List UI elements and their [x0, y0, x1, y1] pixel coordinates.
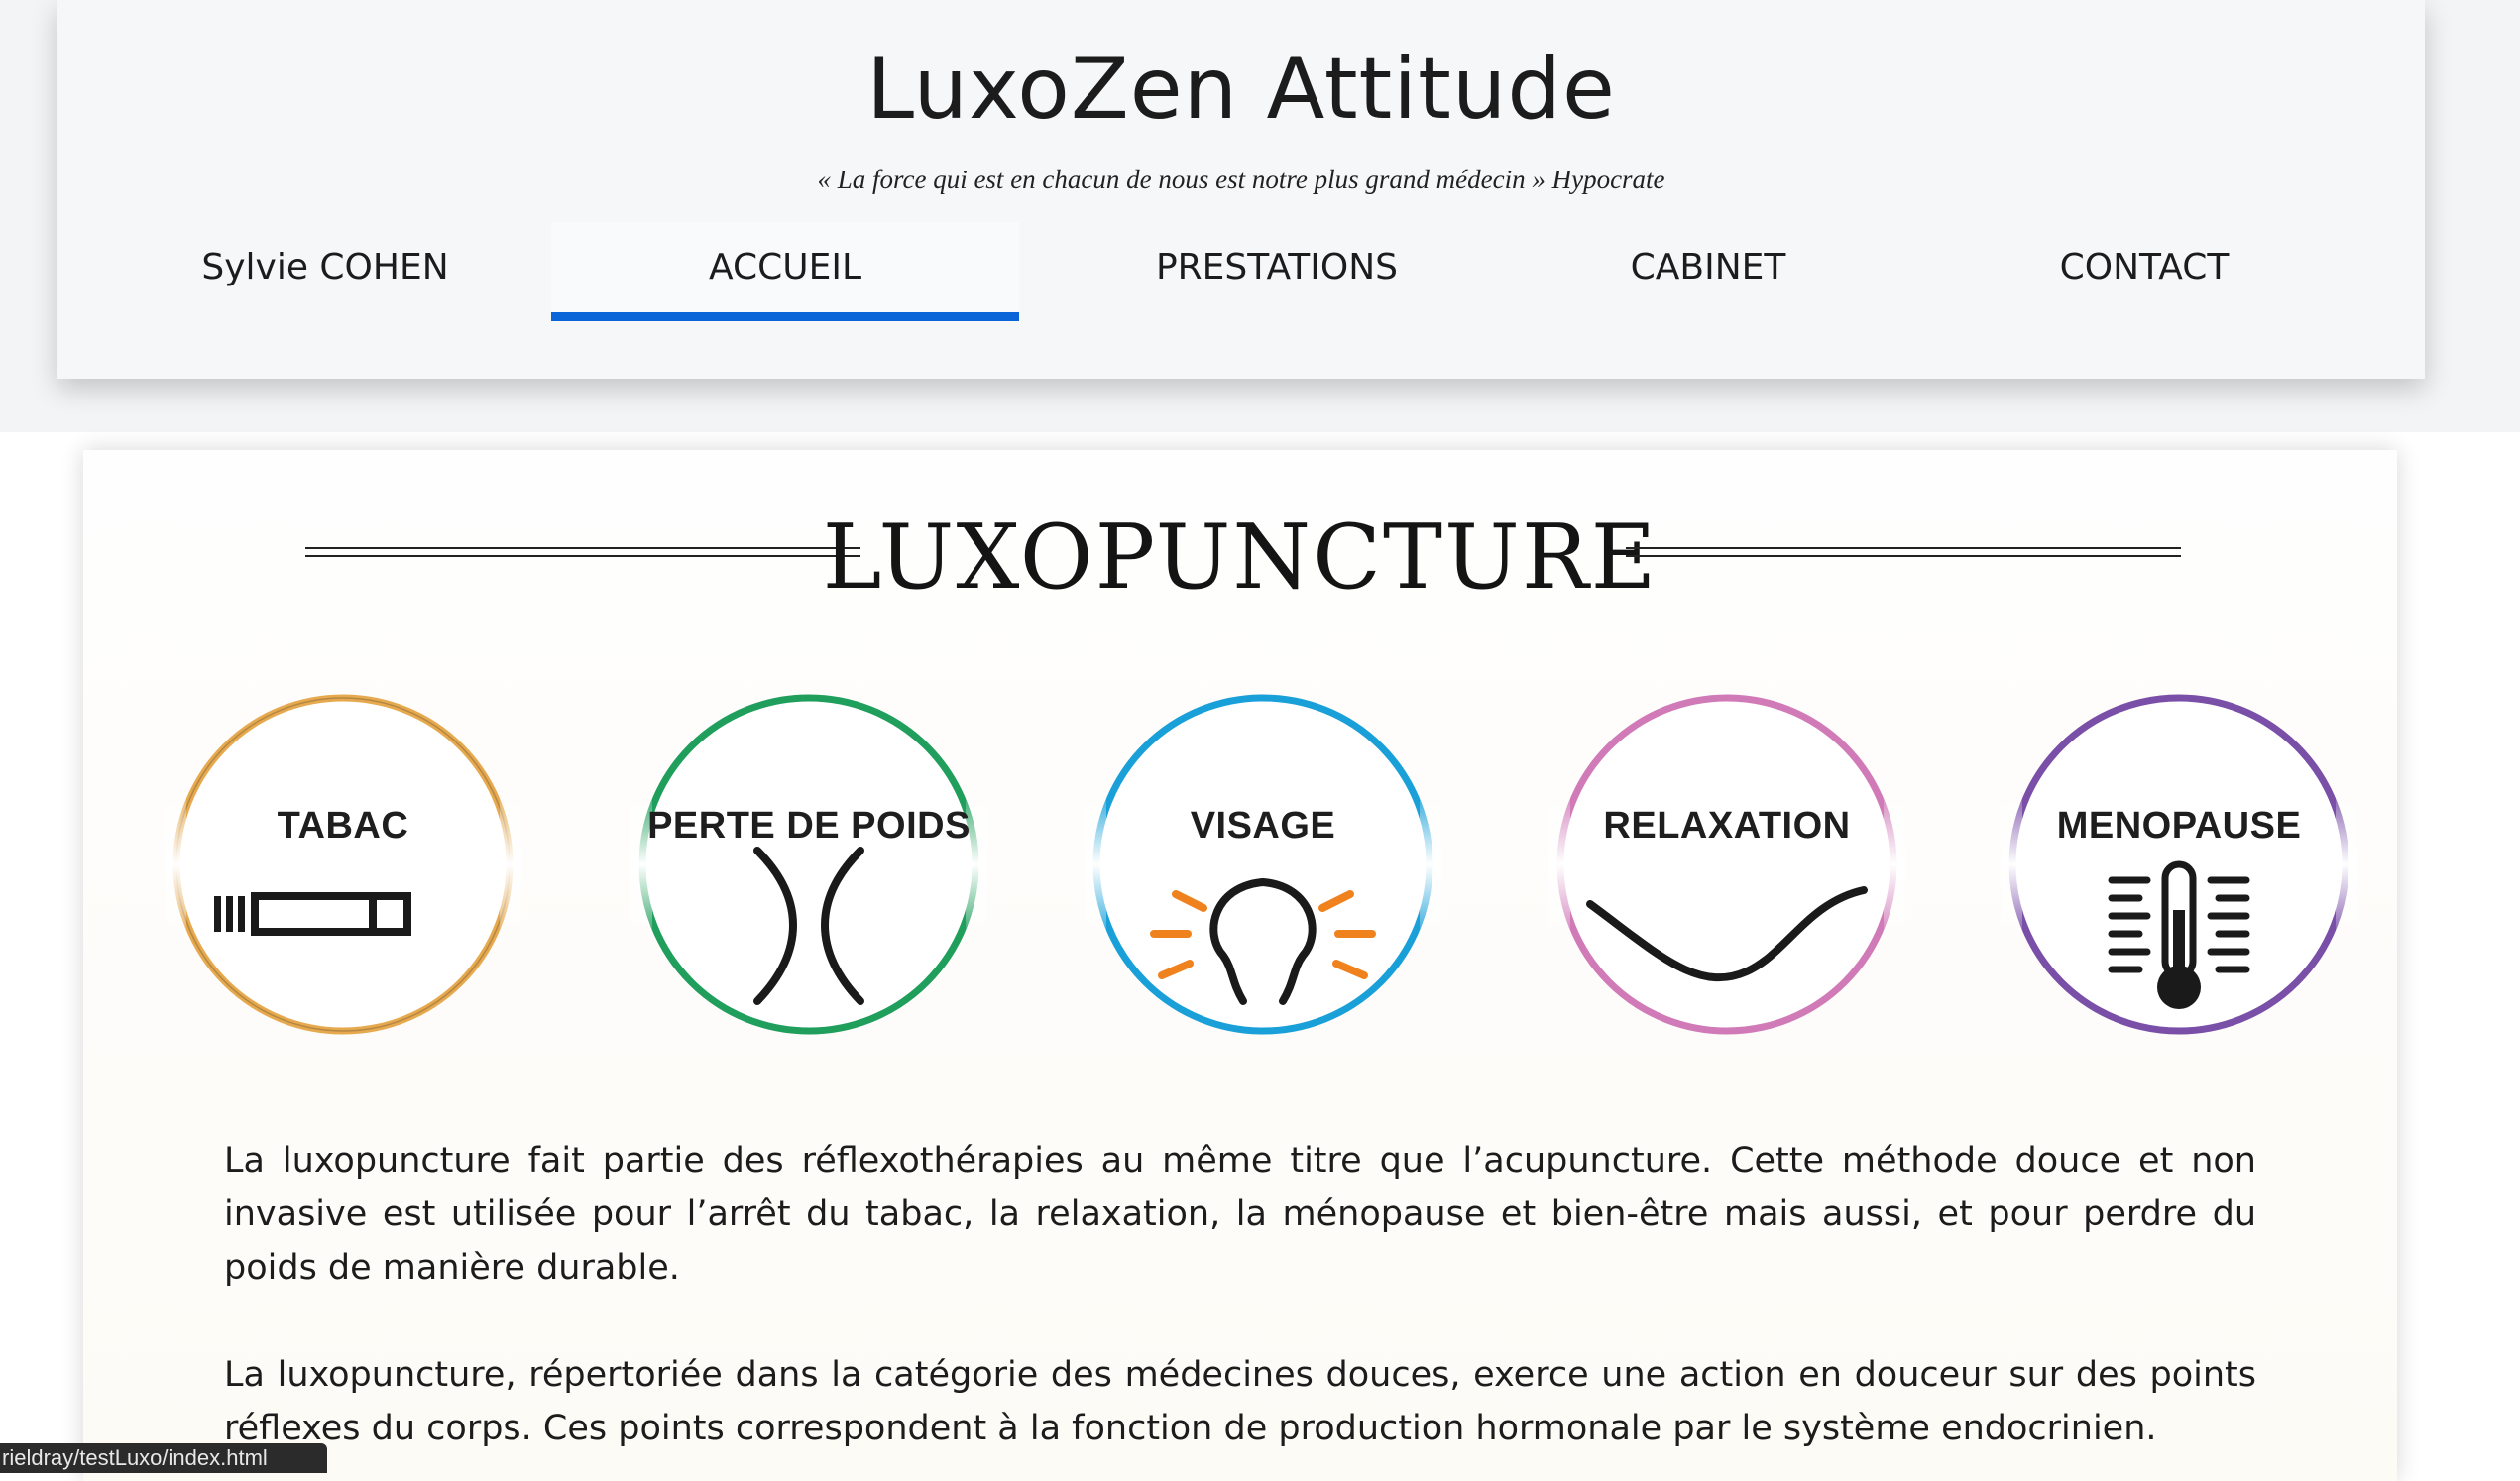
service-tabac[interactable]: TABAC [165, 686, 521, 1043]
nav-item-cabinet[interactable]: CABINET [1535, 222, 1882, 321]
intro-paragraph: La luxopuncture fait partie des réflexot… [224, 1141, 2256, 1288]
service-visage[interactable]: VISAGE [1085, 686, 1441, 1043]
section-title: LUXOPUNCTURE [822, 506, 1659, 610]
service-perte-de-poids[interactable]: PERTE DE POIDS [630, 686, 987, 1043]
nav-item-accueil[interactable]: ACCUEIL [551, 222, 1019, 321]
nav-item-contact[interactable]: CONTACT [1971, 222, 2318, 321]
face-glow-icon [1150, 877, 1376, 1005]
nav-item-sylvie-cohen[interactable]: Sylvie COHEN [186, 222, 464, 321]
waist-icon [753, 847, 864, 1005]
site-title[interactable]: LuxoZen Attitude [57, 40, 2425, 139]
service-relaxation[interactable]: RELAXATION [1548, 686, 1905, 1043]
site-tagline: « La force qui est en chacun de nous est… [817, 165, 1665, 194]
nav-item-prestations[interactable]: PRESTATIONS [1079, 222, 1475, 321]
cigarette-icon [214, 892, 411, 936]
detail-paragraph: La luxopuncture, répertoriée dans la cat… [224, 1355, 2256, 1448]
content-card: LUXOPUNCTURE TABAC PERTE DE POIDS VISAGE… [83, 450, 2397, 1481]
title-rule-right [1626, 547, 2181, 557]
wave-icon [1586, 886, 1868, 982]
main-nav: Sylvie COHEN ACCUEIL PRESTATIONS CABINET… [57, 222, 2425, 321]
site-header: LuxoZen Attitude « La force qui est en c… [57, 0, 2425, 379]
service-menopause[interactable]: MENOPAUSE [2001, 686, 2357, 1043]
thermometer-icon [2108, 860, 2250, 1009]
